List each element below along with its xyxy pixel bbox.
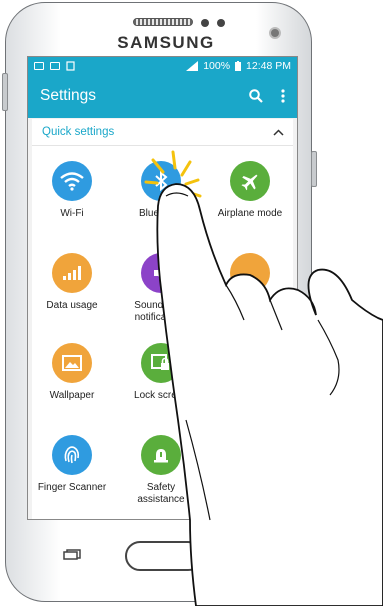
tile-airplane-mode[interactable]: Airplane mode: [206, 161, 294, 220]
tile-label: Sounds and notifications: [117, 300, 205, 323]
tile-sounds-notifications[interactable]: Sounds and notifications: [117, 253, 205, 323]
tile-data-usage[interactable]: Data usage: [28, 253, 116, 312]
tile-label: Airplane mode: [217, 208, 283, 219]
safety-icon: [141, 435, 181, 475]
tile-label-line2: assistance: [137, 493, 185, 505]
chevron-up-icon[interactable]: [273, 128, 284, 136]
notification-icon: [66, 60, 75, 71]
tile-label-line2: notifications: [134, 311, 188, 323]
tile-label: Safety assistance: [117, 482, 205, 505]
wallpaper-icon: [52, 343, 92, 383]
quick-settings-header[interactable]: Quick settings: [32, 119, 293, 146]
tile-label: Wallpaper: [49, 390, 95, 401]
earpiece-speaker: [133, 18, 193, 26]
voicemail-icon: [50, 61, 60, 70]
battery-icon: [235, 60, 242, 71]
status-bar: 100% 12:48 PM: [28, 57, 297, 74]
sound-icon: [141, 253, 181, 293]
tile-label: Data usage: [46, 300, 98, 311]
clock: 12:48 PM: [246, 59, 291, 72]
wifi-icon: [52, 161, 92, 201]
quick-settings-title: Quick settings: [42, 126, 115, 138]
tile-label: Wi-Fi: [60, 208, 84, 219]
volume-key[interactable]: [2, 73, 8, 111]
tile-wifi[interactable]: Wi-Fi: [28, 161, 116, 220]
email-icon: [34, 61, 44, 70]
bluetooth-icon: [141, 161, 181, 201]
data-usage-icon: [52, 253, 92, 293]
fingerprint-icon: [52, 435, 92, 475]
tile-label: Blue: [139, 208, 160, 219]
airplane-icon: [230, 161, 270, 201]
power-key[interactable]: [311, 151, 317, 187]
app-bar: Settings: [28, 74, 297, 118]
quick-settings-card: Quick settings Wi-Fi Blue Airplane mode …: [32, 119, 294, 519]
screen: 100% 12:48 PM Settings Quick settings Wi…: [27, 56, 298, 520]
tile-label: Finger Scanner: [37, 482, 107, 493]
lock-screen-icon: [141, 343, 181, 383]
search-icon[interactable]: [249, 89, 263, 103]
proximity-sensor: [201, 19, 209, 27]
brand-logo: SAMSUNG: [117, 33, 215, 52]
tile-label-line1: Sounds and: [134, 300, 188, 311]
tile-label-line1: Safety: [146, 482, 176, 493]
signal-icon: [186, 60, 199, 71]
tile-wallpaper[interactable]: Wallpaper: [28, 343, 116, 402]
light-sensor: [217, 19, 225, 27]
tile-label: Lock screen: [134, 390, 188, 401]
more-options-icon[interactable]: [281, 89, 285, 103]
display-icon: [230, 253, 270, 293]
back-icon[interactable]: [245, 548, 263, 560]
tile-finger-scanner[interactable]: Finger Scanner: [28, 435, 116, 494]
home-button[interactable]: [125, 541, 203, 571]
tile-bluetooth[interactable]: Blue: [117, 161, 205, 220]
battery-percent: 100%: [203, 59, 231, 72]
tile-display[interactable]: [206, 253, 294, 300]
recent-apps-icon[interactable]: [62, 549, 82, 560]
tile-safety-assistance[interactable]: Safety assistance: [117, 435, 205, 505]
page-title: Settings: [40, 87, 97, 104]
tile-lock-screen[interactable]: Lock screen: [117, 343, 205, 402]
